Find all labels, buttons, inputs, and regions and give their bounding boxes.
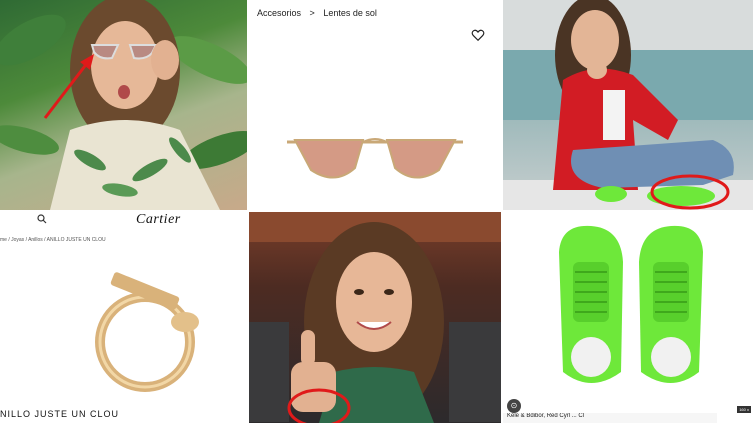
photo-woman-sunglasses-illustration [0,0,247,210]
brand-logo[interactable]: Cartier [136,212,181,228]
breadcrumb-accesorios[interactable]: Accesorios [257,8,301,18]
sunglasses-product-image [287,138,463,179]
sunglasses-product-panel: Accesorios > Lentes de sol [249,0,501,210]
breadcrumb: Accesorios > Lentes de sol [257,8,377,18]
photo-woman-red-blazer [503,0,753,210]
sneakers-product-panel: ⊙ 160 x Kele & Bdibor, Red Cyrl ... Cl [503,212,753,423]
lens-icon[interactable]: ⊙ [507,399,521,413]
product-caption: Kele & Bdibor, Red Cyrl ... Cl [503,413,717,423]
photo-woman-red-blazer-illustration [503,0,753,210]
breadcrumb: me / Joyas / Anillos / ANILLO JUSTE UN C… [0,237,106,243]
sneakers-product-image [559,225,703,383]
breadcrumb-separator: > [309,8,315,18]
photo-woman-sunglasses [0,0,247,210]
ring-product-image [95,272,199,392]
photo-woman-thumbs-up-illustration [249,212,501,423]
product-name: NILLO JUSTE UN CLOU [0,409,120,419]
ring-product-panel: Cartier me / Joyas / Anillos / ANILLO JU… [0,212,247,423]
search-icon[interactable] [37,214,47,224]
breadcrumb-lentes-de-sol[interactable]: Lentes de sol [323,8,377,18]
photo-woman-thumbs-up [249,212,501,423]
size-badge: 160 x [737,406,751,413]
heart-outline-icon[interactable] [471,28,485,42]
